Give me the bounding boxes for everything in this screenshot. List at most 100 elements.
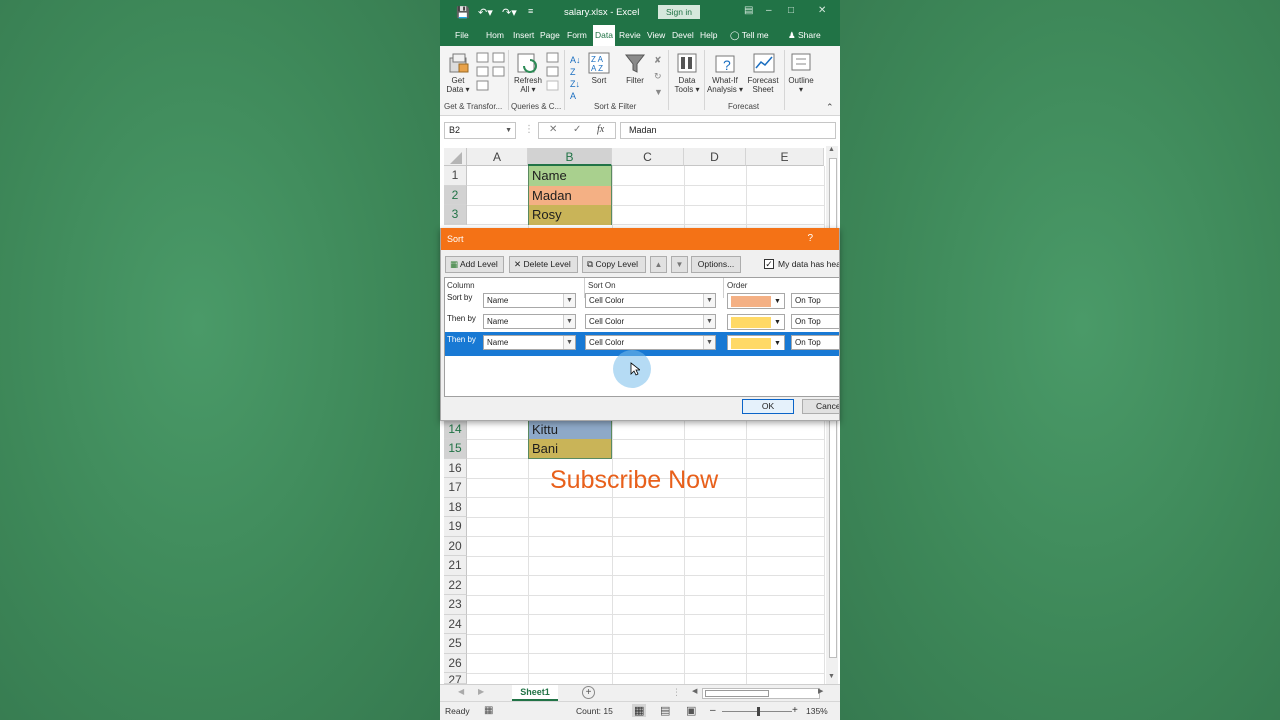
order-color-select[interactable]: ▼ [727, 335, 785, 351]
help-icon[interactable]: ? [807, 228, 813, 250]
order-color-select[interactable]: ▼ [727, 293, 785, 309]
close-icon[interactable]: ✕ [818, 5, 826, 16]
cell-b15[interactable]: Bani [528, 439, 612, 459]
tab-insert[interactable]: Insert [513, 25, 534, 46]
order-color-select[interactable]: ▼ [727, 314, 785, 330]
collapse-ribbon-icon[interactable]: ⌃ [826, 102, 834, 113]
horizontal-scrollbar[interactable] [702, 688, 820, 699]
sort-on-select[interactable]: Cell Color ▼ [585, 293, 716, 308]
zoom-in-icon[interactable]: + [792, 705, 798, 716]
sort-on-select[interactable]: Cell Color ▼ [585, 314, 716, 329]
sort-level-row[interactable]: Sort by Name ▼ Cell Color ▼ ▼ On Top [445, 290, 839, 311]
normal-view-icon[interactable]: ▦ [632, 704, 647, 717]
cell-b3[interactable]: Rosy [528, 205, 612, 225]
copy-level-button[interactable]: ⧉ Copy Level [582, 256, 646, 273]
tab-data[interactable]: Data [593, 25, 615, 46]
horizontal-scroll-thumb[interactable] [705, 690, 769, 697]
move-up-button[interactable]: ▲ [650, 256, 667, 273]
add-sheet-icon[interactable]: + [582, 686, 595, 699]
column-header-c[interactable]: C [612, 148, 684, 166]
order-position-select[interactable]: On Top [791, 314, 839, 329]
outline-icon[interactable] [790, 52, 812, 74]
chevron-down-icon[interactable]: ▼ [505, 123, 512, 138]
row-header-14[interactable]: 14 [444, 419, 467, 439]
page-layout-view-icon[interactable]: ▤ [660, 704, 670, 717]
undo-icon[interactable]: ↶▾ [478, 6, 493, 19]
clear-reapply-advanced-icons[interactable]: ✘ ↻ ▼ [654, 52, 663, 100]
forecast-sheet-icon[interactable] [752, 52, 776, 76]
sort-icon[interactable]: Z A A Z [588, 52, 610, 74]
zoom-out-icon[interactable]: – [710, 705, 716, 716]
filter-icon[interactable] [624, 52, 646, 74]
maximize-icon[interactable]: □ [788, 5, 794, 16]
get-data-icon[interactable] [448, 52, 470, 74]
connections-small-icons[interactable] [546, 52, 560, 92]
row-header-22[interactable]: 22 [444, 575, 467, 595]
row-header-24[interactable]: 24 [444, 614, 467, 634]
row-header-17[interactable]: 17 [444, 478, 467, 498]
minimize-icon[interactable]: – [766, 5, 772, 16]
enter-check-icon[interactable]: ✓ [573, 124, 581, 135]
cancel-button[interactable]: Cancel [802, 399, 839, 414]
next-sheet-icon[interactable]: ▶ [478, 687, 484, 696]
row-header-23[interactable]: 23 [444, 595, 467, 615]
cell-b14[interactable]: Kittu [528, 419, 612, 439]
column-select[interactable]: Name ▼ [483, 314, 576, 329]
refresh-all-icon[interactable] [516, 52, 540, 76]
sign-in-button[interactable]: Sign in [658, 5, 700, 19]
tab-page-layout[interactable]: Page [540, 25, 560, 46]
row-header-27[interactable]: 27 [444, 673, 467, 684]
options-button[interactable]: Options... [691, 256, 741, 273]
scroll-up-icon[interactable]: ▲ [828, 146, 835, 153]
row-header-16[interactable]: 16 [444, 458, 467, 478]
macro-record-icon[interactable]: ▦ [484, 705, 493, 716]
sheet-tab-sheet1[interactable]: Sheet1 [512, 685, 558, 701]
my-data-has-headers-checkbox[interactable]: ✓ [764, 259, 774, 269]
zoom-slider-thumb[interactable] [757, 707, 760, 716]
redo-icon[interactable]: ↷▾ [502, 6, 517, 19]
what-if-analysis-icon[interactable]: ? [714, 52, 738, 76]
order-position-select[interactable]: On Top [791, 293, 839, 308]
insert-function-icon[interactable]: fx [597, 124, 604, 135]
page-break-view-icon[interactable]: ▣ [686, 704, 696, 717]
tab-help[interactable]: Help [700, 25, 717, 46]
sort-a-z-icon[interactable]: A↓ Z [570, 54, 581, 78]
tab-file[interactable]: File [455, 25, 469, 46]
row-header-26[interactable]: 26 [444, 653, 467, 673]
cancel-entry-icon[interactable]: ✕ [549, 124, 557, 135]
row-header-15[interactable]: 15 [444, 439, 467, 459]
scroll-left-icon[interactable]: ◀ [692, 687, 697, 695]
tell-me-search[interactable]: ◯ Tell me [730, 25, 769, 46]
scroll-right-icon[interactable]: ▶ [818, 687, 823, 695]
column-header-d[interactable]: D [684, 148, 746, 166]
tab-formulas[interactable]: Form [567, 25, 587, 46]
zoom-level[interactable]: 135% [806, 706, 828, 716]
scroll-down-icon[interactable]: ▼ [828, 673, 835, 680]
add-level-button[interactable]: ▦ Add Level [445, 256, 504, 273]
ribbon-display-options-icon[interactable]: ▤ [744, 5, 753, 16]
tab-review[interactable]: Revie [619, 25, 641, 46]
order-position-select[interactable]: On Top [791, 335, 839, 350]
sort-level-row[interactable]: Then by Name ▼ Cell Color ▼ ▼ On Top [445, 311, 839, 332]
row-header-20[interactable]: 20 [444, 536, 467, 556]
sort-on-select[interactable]: Cell Color ▼ [585, 335, 716, 350]
share-button[interactable]: ♟ Share [788, 25, 821, 46]
column-select[interactable]: Name ▼ [483, 335, 576, 350]
column-header-a[interactable]: A [467, 148, 528, 166]
delete-level-button[interactable]: ✕ Delete Level [509, 256, 578, 273]
recent-sources-icons[interactable] [492, 52, 506, 78]
tab-view[interactable]: View [647, 25, 665, 46]
select-all-corner[interactable] [444, 148, 467, 166]
sort-z-a-icon[interactable]: Z↓ A [570, 78, 580, 102]
column-header-b[interactable]: B [528, 148, 612, 166]
row-header-2[interactable]: 2 [444, 185, 467, 205]
row-header-1[interactable]: 1 [444, 166, 467, 186]
tab-developer[interactable]: Devel [672, 25, 694, 46]
cell-b2[interactable]: Madan [528, 185, 612, 205]
row-header-3[interactable]: 3 [444, 205, 467, 225]
row-header-25[interactable]: 25 [444, 634, 467, 654]
row-header-21[interactable]: 21 [444, 556, 467, 576]
column-select[interactable]: Name ▼ [483, 293, 576, 308]
tab-home[interactable]: Hom [486, 25, 504, 46]
ok-button[interactable]: OK [742, 399, 794, 414]
